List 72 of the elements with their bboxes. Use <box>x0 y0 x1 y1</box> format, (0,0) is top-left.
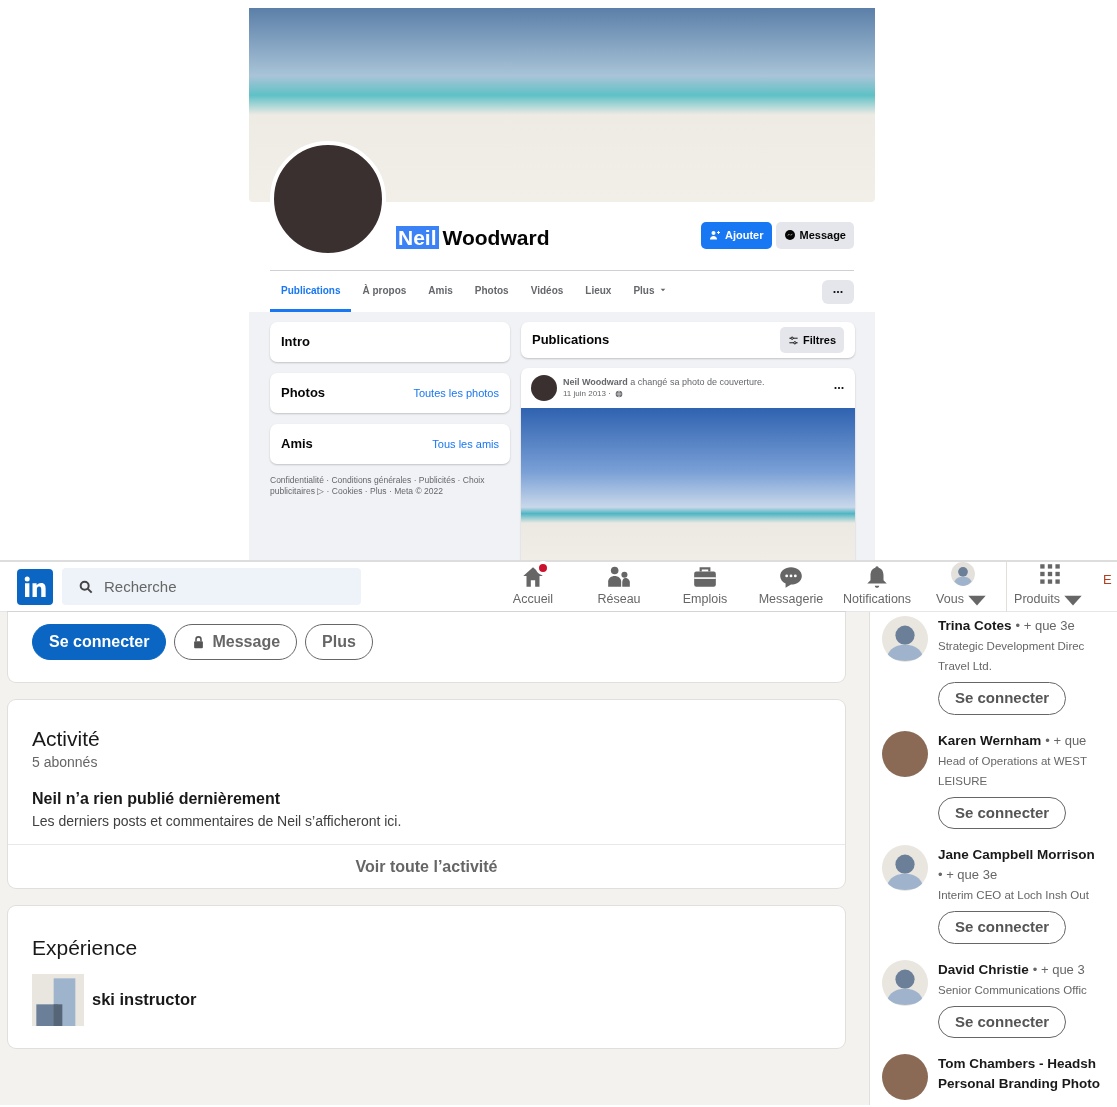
person-name[interactable]: Personal Branding Photo <box>938 1074 1100 1094</box>
person-name[interactable]: Tom Chambers - Headsh <box>938 1054 1100 1074</box>
person-headline: Interim CEO at Loch Insh Out <box>938 888 1090 903</box>
person-headline: Travel Ltd. <box>938 659 993 674</box>
profile-tab[interactable]: À propos <box>351 271 418 312</box>
see-all-link[interactable]: Toutes les photos <box>413 384 499 402</box>
person-name[interactable]: Trina Cotes <box>938 616 1012 636</box>
connect-button[interactable]: Se connecter <box>32 624 167 660</box>
profile-tab[interactable]: Vidéos <box>519 271 575 312</box>
message-button[interactable]: Message <box>174 624 298 660</box>
photo-placeholder <box>882 1054 928 1100</box>
nav-cut-text: E <box>1103 571 1112 589</box>
section-title: Activité <box>32 726 101 752</box>
add-person-icon <box>709 229 721 242</box>
profile-name: Neil Woodward <box>396 225 550 251</box>
person-name[interactable]: Karen Wernham <box>938 730 1042 751</box>
card-title: Photos <box>281 384 326 403</box>
connection-degree: • + que 3e <box>938 866 999 884</box>
profile-tab[interactable]: Lieux <box>574 271 623 312</box>
avatar-silhouette <box>882 845 928 891</box>
connect-button[interactable]: Se connecter <box>938 682 1067 715</box>
avatar-photo-placeholder <box>531 375 557 401</box>
footer-links: Confidentialité · Conditions générales · Publicités · Choix publicitaires ▷ · Cookies · Plus · Meta © 2022 <box>270 475 486 498</box>
followers-count: 5 abonnés <box>32 753 99 772</box>
card-title: Publications <box>532 331 610 350</box>
job-title: ski instructor <box>92 989 197 1011</box>
nav-item[interactable]: Vous <box>920 560 1006 613</box>
logo-icon <box>17 568 53 605</box>
nav-item[interactable]: Réseau <box>576 564 662 609</box>
post-headline: Neil Woodward a changé sa photo de couverture. <box>563 377 765 389</box>
empty-state-text: Les derniers posts et commentaires de Neil s’afficheront ici. <box>32 812 403 831</box>
person-headline: LEISURE <box>938 773 989 789</box>
person-name[interactable]: Jane Campbell Morrison <box>938 845 1095 865</box>
more-button[interactable]: Plus <box>305 624 373 660</box>
nav-item[interactable]: Messagerie <box>748 564 834 609</box>
add-friend-button[interactable]: Ajouter <box>701 222 772 249</box>
avatar-silhouette <box>882 959 928 1006</box>
profile-tab[interactable]: Amis <box>417 271 464 312</box>
see-all-activity-link[interactable]: Voir toute l’activité <box>8 844 845 889</box>
nav-item[interactable]: Notifications <box>834 564 920 609</box>
person-headline: Senior Communications Offic <box>938 982 1087 998</box>
connect-button[interactable]: Se connecter <box>938 1005 1067 1038</box>
photo-placeholder <box>882 730 928 777</box>
section-title: Expérience <box>32 935 139 961</box>
nav-item[interactable]: Produits <box>1007 560 1093 613</box>
message-button[interactable]: Message <box>775 222 854 249</box>
messenger-icon <box>783 229 796 242</box>
card-title: Intro <box>281 333 310 352</box>
connect-button[interactable]: Se connecter <box>938 796 1067 829</box>
search-icon <box>78 579 94 595</box>
company-logo-icon <box>32 973 84 1026</box>
sliders-icon <box>788 334 799 346</box>
connect-button[interactable]: Se connecter <box>938 911 1067 944</box>
empty-state-title: Neil n’a rien publié dernièrement <box>32 789 282 809</box>
nav-item[interactable]: Accueil <box>490 564 576 609</box>
nav-item[interactable]: Emplois <box>662 564 748 609</box>
avatar-silhouette <box>882 616 928 662</box>
card-title: Amis <box>281 435 313 454</box>
see-all-link[interactable]: Tous les amis <box>432 435 499 453</box>
person-name[interactable]: David Christie <box>938 959 1029 980</box>
filter-button[interactable]: Filtres <box>780 326 844 354</box>
connection-degree: • + que 3 <box>1032 960 1085 979</box>
person-headline: Strategic Development Direc <box>938 639 1085 654</box>
profile-tab[interactable]: Plus <box>622 271 678 312</box>
profile-tab[interactable]: Photos <box>463 271 520 312</box>
globe-icon <box>614 389 623 398</box>
connection-degree: • + que <box>1045 731 1087 750</box>
bell-icon <box>864 564 890 591</box>
connection-degree: • + que 3e <box>1015 617 1075 635</box>
person-headline: Head of Operations at WEST <box>938 753 1087 769</box>
search-field[interactable]: Recherche <box>62 568 361 605</box>
post-date: 11 juin 2013 · <box>563 388 611 399</box>
